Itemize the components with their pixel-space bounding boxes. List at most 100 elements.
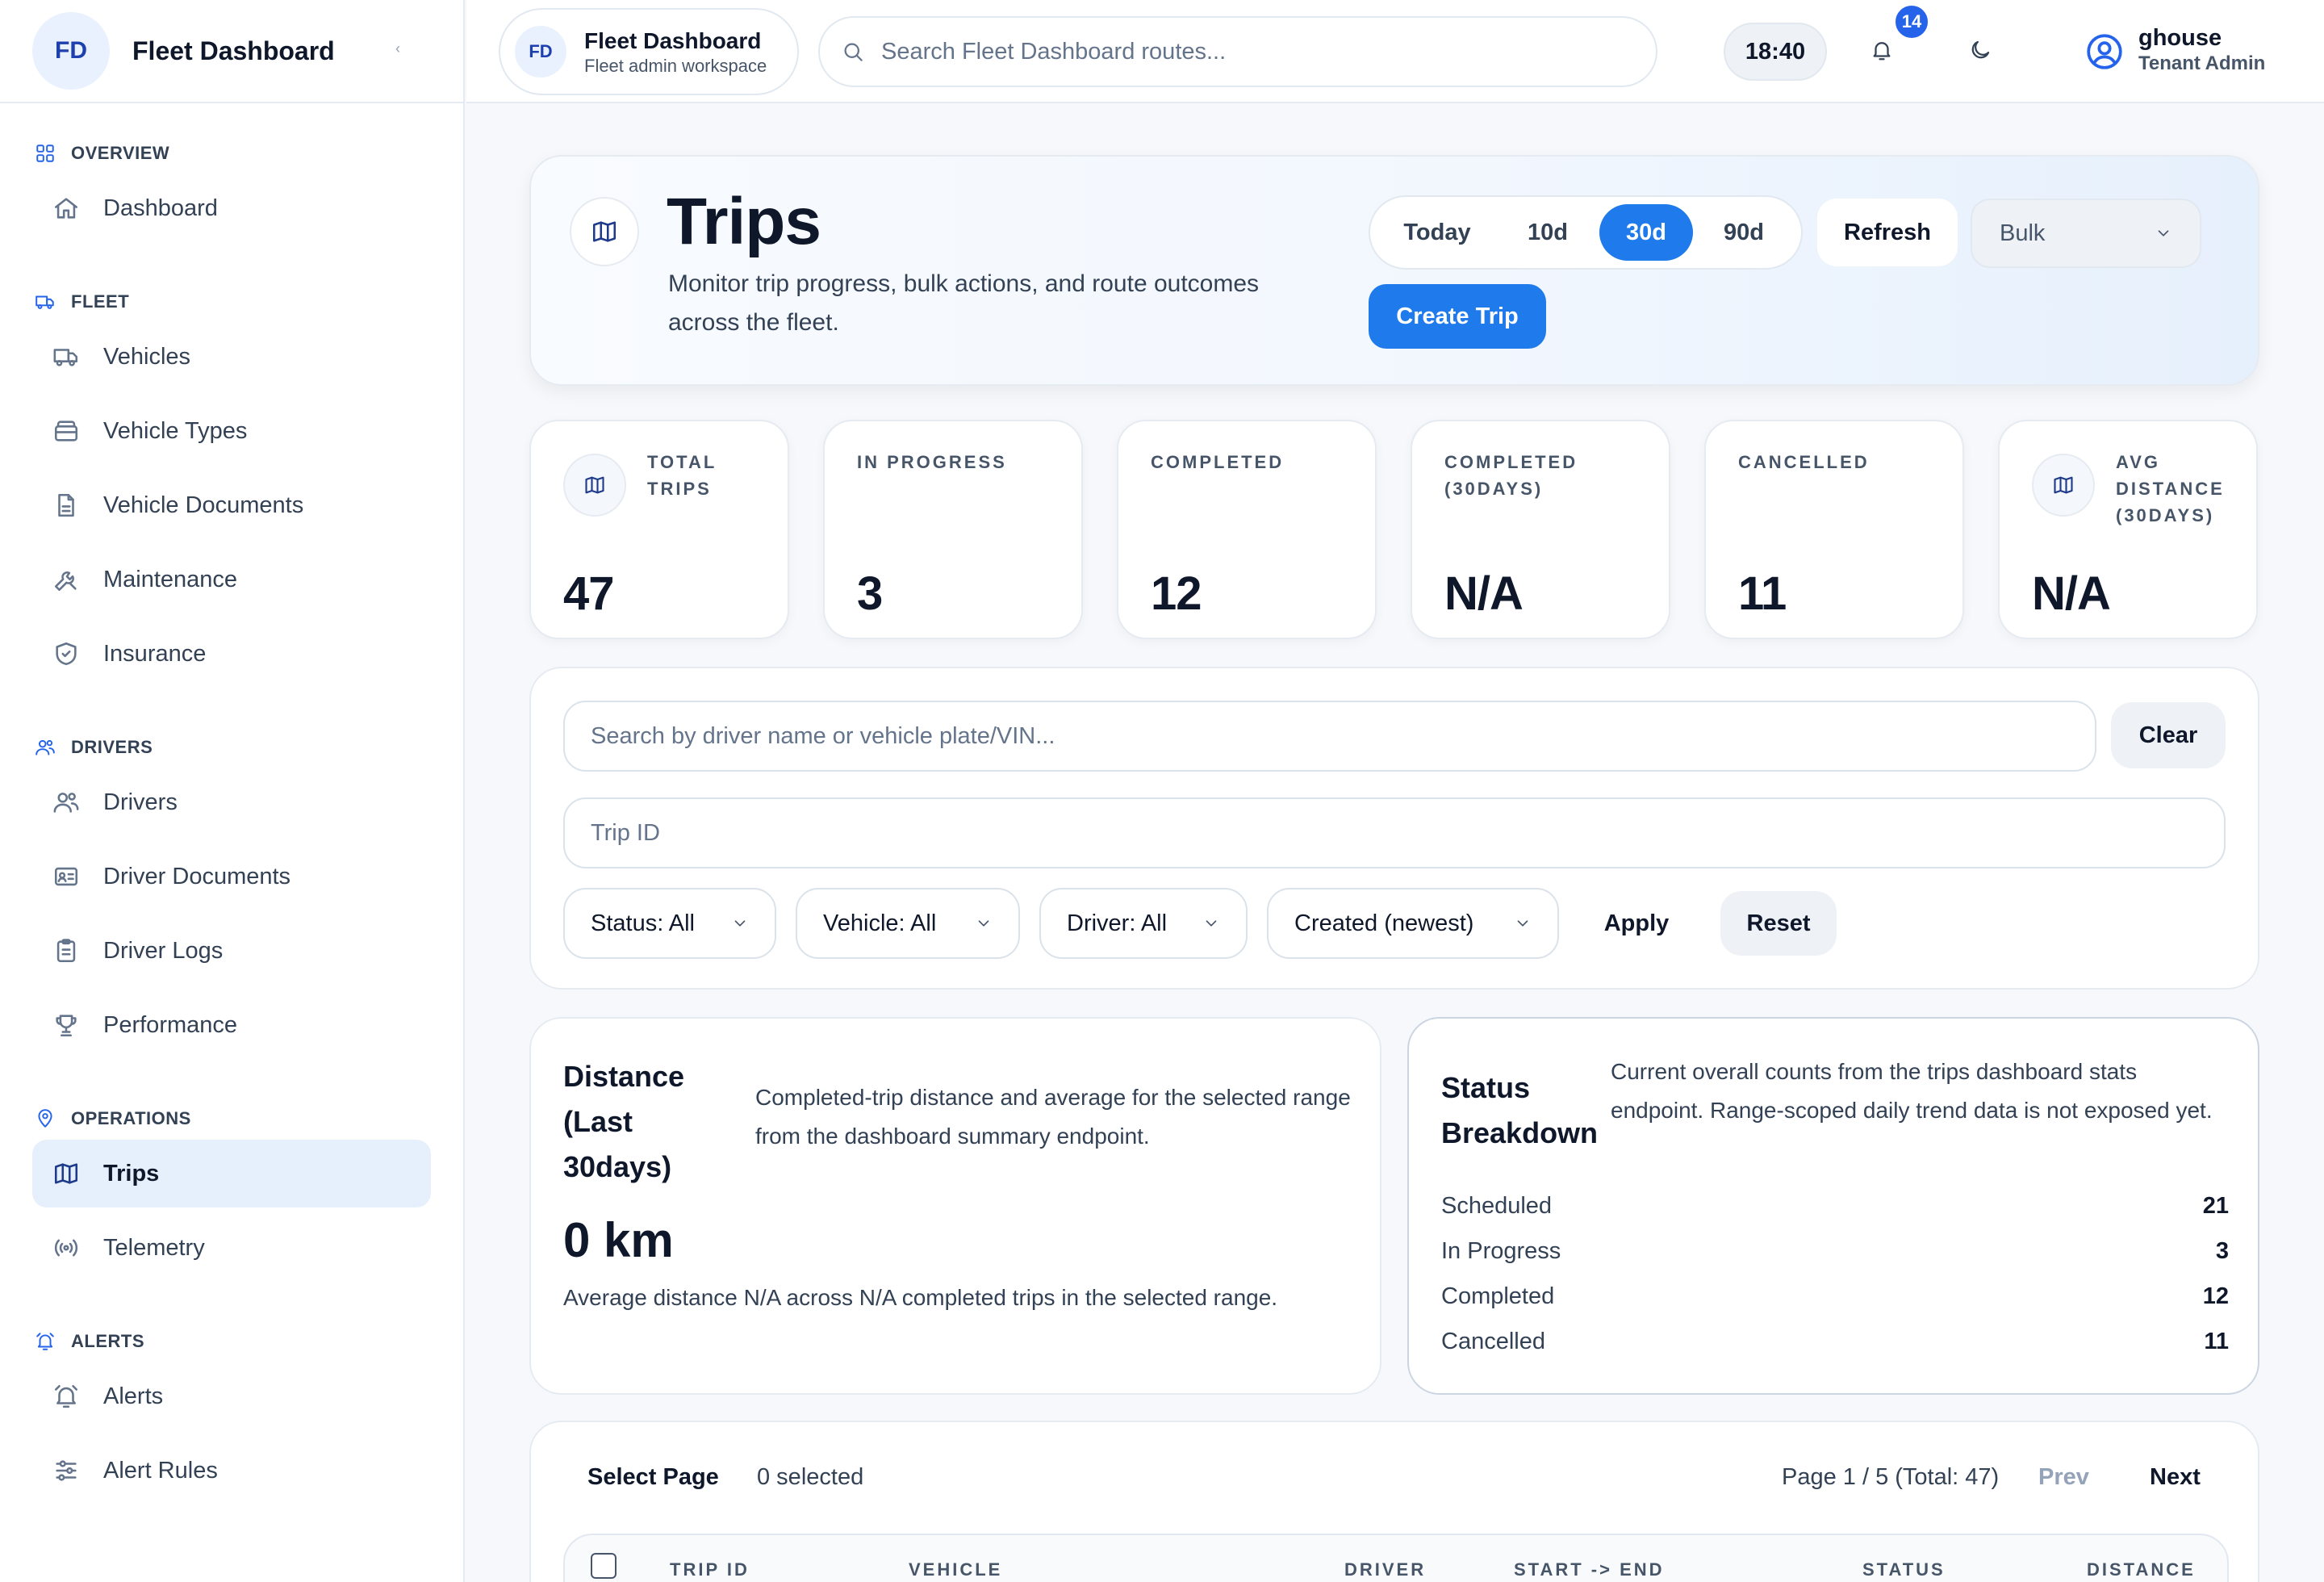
home-icon <box>52 194 81 223</box>
range-10d[interactable]: 10d <box>1499 204 1596 261</box>
sidebar-item-alerts[interactable]: Alerts <box>32 1362 431 1430</box>
sliders-icon <box>52 1456 81 1485</box>
sidebar-item-maintenance[interactable]: Maintenance <box>32 546 431 613</box>
status-row-value: 11 <box>2204 1329 2229 1354</box>
route-search-placeholder: Search Fleet Dashboard routes... <box>881 38 1227 65</box>
sort-label: Created (newest) <box>1294 910 1474 936</box>
stat-value: 47 <box>563 567 615 620</box>
workspace-title: Fleet Dashboard <box>584 27 762 53</box>
column-header-trip-id[interactable]: TRIP ID <box>670 1559 750 1580</box>
sidebar-item-label: Trips <box>103 1160 160 1186</box>
sidebar-item-label: Alerts <box>103 1383 164 1409</box>
search-icon <box>841 40 865 64</box>
shield-icon <box>52 639 81 668</box>
select-page-button[interactable]: Select Page <box>587 1464 719 1491</box>
column-header-status[interactable]: STATUS <box>1862 1559 1946 1580</box>
sidebar-item-label: Alert Rules <box>103 1457 218 1484</box>
status-row: Completed 12 <box>1441 1283 2229 1310</box>
status-row: Scheduled 21 <box>1441 1193 2229 1220</box>
nav-section-fleet: FLEET <box>0 284 463 320</box>
prev-page-button[interactable]: Prev <box>2038 1464 2089 1491</box>
sidebar: FD Fleet Dashboard ‹ OVERVIEW Dashboard … <box>0 0 465 1582</box>
moon-icon[interactable] <box>1967 37 1993 63</box>
nav-section-operations: OPERATIONS <box>0 1101 463 1136</box>
column-header-driver[interactable]: DRIVER <box>1344 1559 1426 1580</box>
search-placeholder: Search by driver name or vehicle plate/V… <box>591 722 1055 749</box>
create-trip-button[interactable]: Create Trip <box>1369 284 1546 349</box>
vehicle-filter-label: Vehicle: All <box>823 910 937 936</box>
stat-card-in-progress: IN PROGRESS 3 <box>823 420 1083 639</box>
select-all-checkbox[interactable] <box>591 1553 617 1579</box>
status-row-label: In Progress <box>1441 1238 1561 1264</box>
workspace-switcher[interactable]: FD Fleet Dashboard Fleet admin workspace <box>499 8 799 95</box>
sidebar-item-label: Vehicle Types <box>103 417 248 444</box>
alarm-icon <box>52 1382 81 1411</box>
distance-description: Completed-trip distance and average for … <box>755 1085 1351 1149</box>
sidebar-item-driver-documents[interactable]: Driver Documents <box>32 843 431 910</box>
sidebar-item-vehicle-documents[interactable]: Vehicle Documents <box>32 471 431 539</box>
stat-value: 3 <box>857 567 883 620</box>
bell-icon[interactable] <box>1869 37 1895 63</box>
sidebar-item-vehicle-types[interactable]: Vehicle Types <box>32 397 431 465</box>
page-info: Page 1 / 5 (Total: 47) <box>1782 1464 2000 1490</box>
column-header-distance[interactable]: DISTANCE <box>2087 1559 2196 1580</box>
sidebar-item-driver-logs[interactable]: Driver Logs <box>32 917 431 985</box>
sidebar-item-label: Vehicle Documents <box>103 492 304 518</box>
column-header-start-end[interactable]: START -> END <box>1514 1559 1665 1580</box>
range-90d[interactable]: 90d <box>1696 204 1791 261</box>
trip-id-input[interactable]: Trip ID <box>563 797 2226 868</box>
nav-section-label: FLEET <box>71 291 130 312</box>
status-row-label: Scheduled <box>1441 1193 1553 1219</box>
distance-note: Average distance N/A across N/A complete… <box>563 1285 1278 1310</box>
status-filter[interactable]: Status: All <box>563 888 776 959</box>
driver-filter-label: Driver: All <box>1067 910 1168 936</box>
sidebar-item-telemetry[interactable]: Telemetry <box>32 1214 431 1282</box>
status-row-value: 3 <box>2215 1238 2229 1264</box>
route-search-input[interactable]: Search Fleet Dashboard routes... <box>818 16 1657 87</box>
apply-button[interactable]: Apply <box>1580 891 1693 956</box>
chevron-down-icon <box>975 914 993 932</box>
map-pin-icon <box>34 1107 56 1130</box>
bulk-select[interactable]: Bulk <box>1971 199 2201 268</box>
sidebar-item-insurance[interactable]: Insurance <box>32 620 431 688</box>
vehicle-filter[interactable]: Vehicle: All <box>796 888 1020 959</box>
sidebar-item-alert-rules[interactable]: Alert Rules <box>32 1437 431 1505</box>
sort-select[interactable]: Created (newest) <box>1267 888 1559 959</box>
user-menu[interactable]: ghouse Tenant Admin <box>2138 24 2265 76</box>
collapse-sidebar-icon[interactable]: ‹ <box>395 40 400 57</box>
user-role: Tenant Admin <box>2138 52 2266 74</box>
chevron-down-icon <box>1514 914 1532 932</box>
sidebar-item-performance[interactable]: Performance <box>32 991 431 1059</box>
stat-card-completed-30days: COMPLETED (30DAYS) N/A <box>1411 420 1670 639</box>
sidebar-item-vehicles[interactable]: Vehicles <box>32 323 431 391</box>
clipboard-icon <box>52 936 81 965</box>
status-row-label: Cancelled <box>1441 1329 1545 1354</box>
clear-button[interactable]: Clear <box>2111 702 2226 768</box>
nav-section-label: DRIVERS <box>71 737 153 757</box>
driver-vehicle-search-input[interactable]: Search by driver name or vehicle plate/V… <box>563 701 2096 772</box>
range-30d[interactable]: 30d <box>1599 204 1693 261</box>
sidebar-item-drivers[interactable]: Drivers <box>32 768 431 836</box>
layers-icon <box>52 416 81 446</box>
next-page-button[interactable]: Next <box>2150 1464 2201 1491</box>
status-breakdown-card: Status Breakdown Current overall counts … <box>1407 1017 2259 1395</box>
sidebar-item-trips[interactable]: Trips <box>32 1140 431 1207</box>
nav-section-label: OVERVIEW <box>71 143 170 163</box>
sidebar-item-dashboard[interactable]: Dashboard <box>32 174 431 242</box>
brand-name: Fleet Dashboard <box>132 36 335 65</box>
refresh-button[interactable]: Refresh <box>1817 199 1958 266</box>
page-header: Trips Monitor trip progress, bulk action… <box>529 155 2259 386</box>
user-avatar-icon[interactable] <box>2084 31 2125 73</box>
column-header-vehicle[interactable]: VEHICLE <box>909 1559 1002 1580</box>
status-row-value: 21 <box>2202 1193 2229 1219</box>
stat-value: N/A <box>1444 567 1524 620</box>
range-today[interactable]: Today <box>1378 204 1496 261</box>
brand: FD Fleet Dashboard ‹ <box>0 0 463 103</box>
stat-label: TOTAL TRIPS <box>647 452 717 499</box>
nav-section-drivers: DRIVERS <box>0 730 463 765</box>
users-icon <box>34 736 56 759</box>
sidebar-item-label: Driver Logs <box>103 937 224 964</box>
reset-button[interactable]: Reset <box>1720 891 1837 956</box>
driver-filter[interactable]: Driver: All <box>1039 888 1248 959</box>
stat-label: COMPLETED <box>1151 452 1285 472</box>
